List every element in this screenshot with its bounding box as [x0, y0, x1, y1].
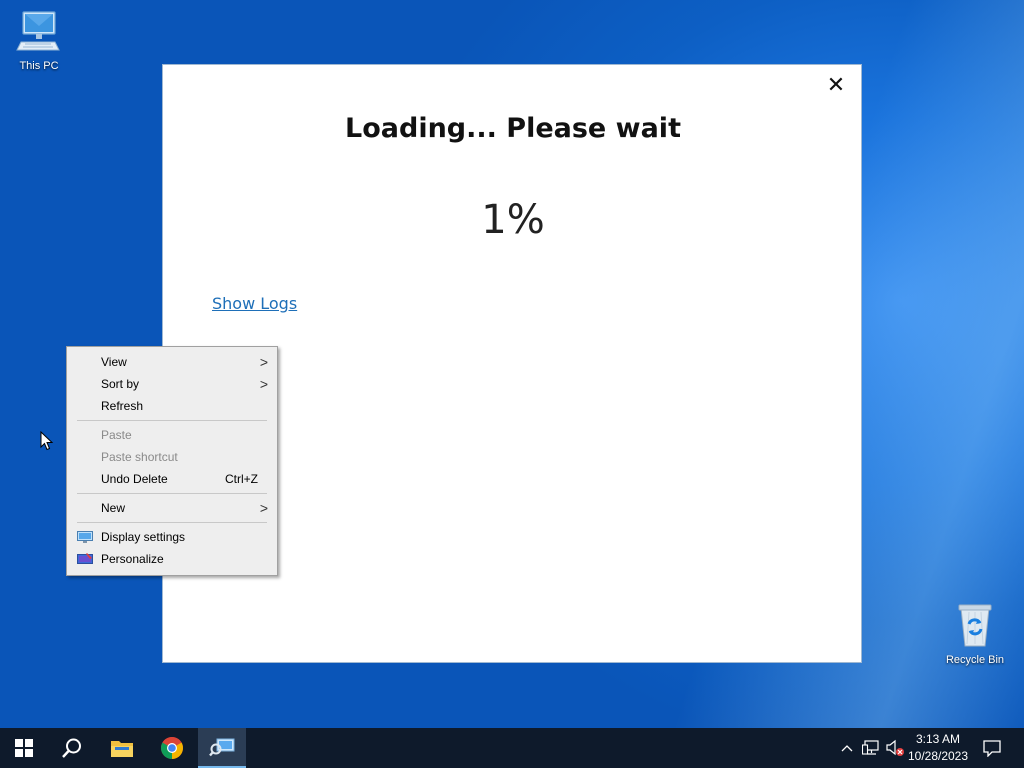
desktop-icon-this-pc[interactable]: This PC	[3, 8, 75, 72]
menu-item-label: Paste	[101, 428, 132, 442]
menu-item-new[interactable]: New >	[67, 497, 277, 519]
clock-date: 10/28/2023	[907, 749, 969, 763]
clock-time: 3:13 AM	[915, 732, 961, 746]
menu-item-label: Undo Delete	[101, 472, 168, 486]
menu-item-label: Display settings	[101, 530, 186, 544]
network-icon	[862, 740, 879, 755]
chrome-icon	[161, 737, 183, 759]
start-button[interactable]	[0, 728, 48, 768]
search-button[interactable]	[48, 728, 96, 768]
taskbar-clock[interactable]: 3:13 AM 10/28/2023	[902, 731, 974, 765]
submenu-arrow-icon: >	[259, 500, 268, 516]
recycle-bin-icon	[958, 604, 992, 647]
file-explorer-icon	[111, 741, 133, 757]
menu-separator	[77, 522, 267, 523]
menu-item-label: Paste shortcut	[101, 450, 178, 464]
menu-item-sort-by[interactable]: Sort by >	[67, 373, 277, 395]
menu-item-display-settings[interactable]: Display settings	[67, 526, 277, 548]
submenu-arrow-icon: >	[259, 376, 268, 392]
menu-item-shortcut: Ctrl+Z	[225, 472, 258, 486]
desktop-icon-recycle-bin[interactable]: Recycle Bin	[939, 602, 1011, 666]
menu-separator	[77, 493, 267, 494]
this-pc-label: This PC	[19, 60, 59, 72]
progress-percent: 1%	[481, 197, 545, 243]
chrome-button[interactable]	[148, 728, 196, 768]
mouse-pointer-icon	[40, 431, 54, 451]
menu-item-label: Refresh	[101, 399, 144, 413]
menu-item-view[interactable]: View >	[67, 351, 277, 373]
show-logs-link[interactable]: Show Logs	[212, 294, 297, 313]
taskbar: 3:13 AM 10/28/2023	[0, 728, 1024, 768]
start-icon	[15, 739, 33, 757]
chevron-up-icon	[841, 745, 853, 752]
dialog-title: Loading... Please wait	[345, 113, 681, 144]
file-explorer-button[interactable]	[98, 728, 146, 768]
app-window-button[interactable]	[198, 728, 246, 768]
close-icon[interactable]: ✕	[824, 75, 848, 99]
menu-item-label: New	[101, 501, 126, 515]
menu-item-label: Sort by	[101, 377, 140, 391]
menu-item-paste: Paste	[67, 424, 277, 446]
notification-button[interactable]	[978, 728, 1006, 768]
desktop-context-menu: View > Sort by > Refresh Paste Paste sho…	[66, 346, 278, 576]
menu-item-label: View	[101, 355, 127, 369]
menu-item-refresh[interactable]: Refresh	[67, 395, 277, 417]
this-pc-icon	[16, 11, 60, 51]
display-settings-icon	[77, 531, 93, 543]
app-window-icon	[209, 738, 235, 757]
menu-item-label: Personalize	[101, 552, 164, 566]
menu-item-undo-delete[interactable]: Undo Delete Ctrl+Z	[67, 468, 277, 490]
menu-separator	[77, 420, 267, 421]
submenu-arrow-icon: >	[259, 354, 268, 370]
search-icon	[62, 738, 81, 758]
network-button[interactable]	[860, 728, 882, 768]
recycle-bin-label: Recycle Bin	[945, 654, 1005, 666]
menu-item-paste-shortcut: Paste shortcut	[67, 446, 277, 468]
menu-item-personalize[interactable]: Personalize	[67, 548, 277, 570]
notification-icon	[983, 740, 1001, 757]
personalize-icon	[77, 553, 93, 564]
show-hidden-icons-button[interactable]	[838, 728, 856, 768]
